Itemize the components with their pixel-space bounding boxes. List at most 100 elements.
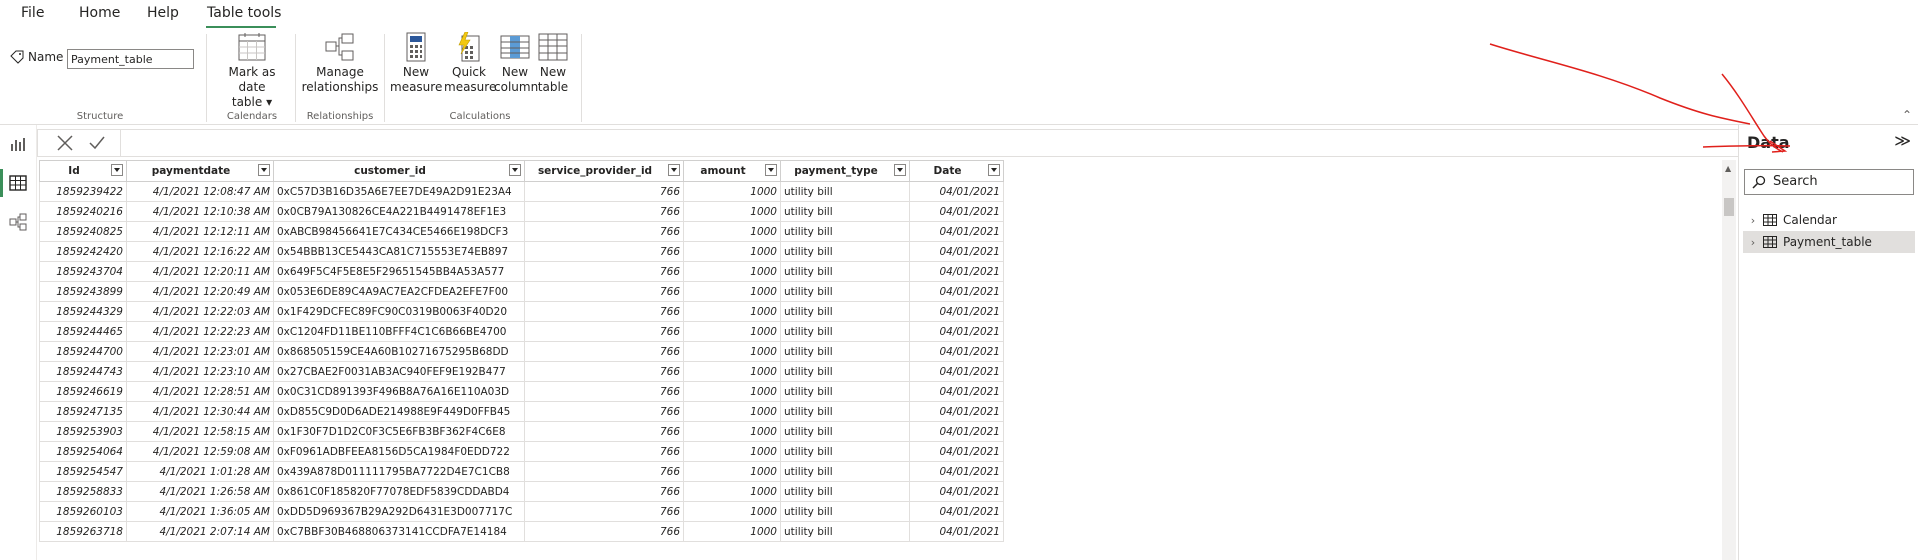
- table-cell[interactable]: 04/01/2021: [909, 361, 1004, 382]
- table-cell[interactable]: 766: [524, 361, 684, 382]
- table-cell[interactable]: 04/01/2021: [909, 401, 1004, 422]
- table-cell[interactable]: 0x27CBAE2F0031AB3AC940FEF9E192B477: [273, 361, 525, 382]
- menu-home[interactable]: Home: [79, 5, 120, 21]
- table-cell[interactable]: 04/01/2021: [909, 301, 1004, 322]
- data-pane-item-payment-table[interactable]: › Payment_table: [1743, 231, 1915, 253]
- table-cell[interactable]: 766: [524, 261, 684, 282]
- table-cell[interactable]: 0xC7BBF30B468806373141CCDFA7E14184: [273, 521, 525, 542]
- table-cell[interactable]: 766: [524, 181, 684, 202]
- table-cell[interactable]: 766: [524, 401, 684, 422]
- cancel-formula-icon[interactable]: [56, 134, 74, 152]
- table-cell[interactable]: utility bill: [780, 281, 910, 302]
- filter-dropdown-icon[interactable]: [894, 164, 906, 176]
- table-cell[interactable]: 04/01/2021: [909, 241, 1004, 262]
- table-cell[interactable]: 766: [524, 301, 684, 322]
- table-cell[interactable]: 0xF0961ADBFEEA8156D5CA1984F0EDD722: [273, 441, 525, 462]
- table-row[interactable]: 1859254547 4/1/2021 1:01:28 AM 0x439A878D0…: [39, 461, 1004, 482]
- column-header[interactable]: amount: [683, 160, 781, 182]
- column-header[interactable]: Id: [39, 160, 127, 182]
- data-pane-item-calendar[interactable]: › Calendar: [1743, 209, 1915, 231]
- table-cell[interactable]: 1000: [683, 181, 781, 202]
- table-cell[interactable]: 0x439A878D011111795BA7722D4E7C1CB8: [273, 461, 525, 482]
- table-row[interactable]: 1859242420 4/1/2021 12:16:22 AM 0x54BBB13C…: [39, 241, 1004, 262]
- table-cell[interactable]: utility bill: [780, 301, 910, 322]
- table-name-input[interactable]: Payment_table: [67, 49, 194, 69]
- table-row[interactable]: 1859244743 4/1/2021 12:23:10 AM 0x27CBAE2F…: [39, 361, 1004, 382]
- table-cell[interactable]: 0x649F5C4F5E8E5F29651545BB4A53A577: [273, 261, 525, 282]
- table-cell[interactable]: 4/1/2021 12:20:11 AM: [126, 261, 274, 282]
- table-cell[interactable]: utility bill: [780, 361, 910, 382]
- filter-dropdown-icon[interactable]: [765, 164, 777, 176]
- table-cell[interactable]: 1000: [683, 261, 781, 282]
- data-search-input[interactable]: Search: [1744, 169, 1914, 195]
- table-cell[interactable]: 1859244465: [39, 321, 127, 342]
- new-measure-button[interactable]: New measure: [390, 32, 442, 95]
- table-row[interactable]: 1859240216 4/1/2021 12:10:38 AM 0x0CB79A13…: [39, 201, 1004, 222]
- table-cell[interactable]: 1000: [683, 461, 781, 482]
- table-cell[interactable]: 1859263718: [39, 521, 127, 542]
- table-row[interactable]: 1859254064 4/1/2021 12:59:08 AM 0xF0961ADB…: [39, 441, 1004, 462]
- table-cell[interactable]: 1859242420: [39, 241, 127, 262]
- table-cell[interactable]: utility bill: [780, 441, 910, 462]
- filter-dropdown-icon[interactable]: [258, 164, 270, 176]
- mark-as-date-table-button[interactable]: Mark as date table ▾: [214, 32, 290, 110]
- table-row[interactable]: 1859243899 4/1/2021 12:20:49 AM 0x053E6DE8…: [39, 281, 1004, 302]
- collapse-ribbon-icon[interactable]: ⌃: [1902, 108, 1912, 122]
- column-header[interactable]: Date: [909, 160, 1004, 182]
- table-row[interactable]: 1859253903 4/1/2021 12:58:15 AM 0x1F30F7D1…: [39, 421, 1004, 442]
- table-cell[interactable]: 1000: [683, 201, 781, 222]
- table-cell[interactable]: 1859247135: [39, 401, 127, 422]
- table-cell[interactable]: 1859244700: [39, 341, 127, 362]
- table-row[interactable]: 1859246619 4/1/2021 12:28:51 AM 0x0C31CD89…: [39, 381, 1004, 402]
- menu-table-tools[interactable]: Table tools: [207, 5, 281, 21]
- table-cell[interactable]: 0xC57D3B16D35A6E7EE7DE49A2D91E23A4: [273, 181, 525, 202]
- table-cell[interactable]: 1859243704: [39, 261, 127, 282]
- table-cell[interactable]: 766: [524, 341, 684, 362]
- table-cell[interactable]: 1859240825: [39, 221, 127, 242]
- table-cell[interactable]: 0x861C0F185820F77078EDF5839CDDABD4: [273, 481, 525, 502]
- chevron-right-icon[interactable]: ›: [1747, 236, 1759, 249]
- table-cell[interactable]: 4/1/2021 12:12:11 AM: [126, 221, 274, 242]
- table-cell[interactable]: 04/01/2021: [909, 201, 1004, 222]
- table-row[interactable]: 1859243704 4/1/2021 12:20:11 AM 0x649F5C4F…: [39, 261, 1004, 282]
- table-row[interactable]: 1859263718 4/1/2021 2:07:14 AM 0xC7BBF30B4…: [39, 521, 1004, 542]
- filter-dropdown-icon[interactable]: [668, 164, 680, 176]
- formula-input[interactable]: [122, 130, 1738, 156]
- table-cell[interactable]: 1000: [683, 341, 781, 362]
- table-cell[interactable]: 1000: [683, 241, 781, 262]
- table-cell[interactable]: 1859254064: [39, 441, 127, 462]
- table-row[interactable]: 1859244700 4/1/2021 12:23:01 AM 0x86850515…: [39, 341, 1004, 362]
- chevron-right-icon[interactable]: ›: [1747, 214, 1759, 227]
- table-cell[interactable]: 1859240216: [39, 201, 127, 222]
- table-cell[interactable]: utility bill: [780, 521, 910, 542]
- table-cell[interactable]: utility bill: [780, 421, 910, 442]
- column-header[interactable]: service_provider_id: [524, 160, 684, 182]
- table-cell[interactable]: 1000: [683, 381, 781, 402]
- table-cell[interactable]: 04/01/2021: [909, 381, 1004, 402]
- table-cell[interactable]: 0x868505159CE4A60B10271675295B68DD: [273, 341, 525, 362]
- table-cell[interactable]: utility bill: [780, 401, 910, 422]
- table-cell[interactable]: 04/01/2021: [909, 341, 1004, 362]
- table-cell[interactable]: 0x0CB79A130826CE4A221B4491478EF1E3: [273, 201, 525, 222]
- table-cell[interactable]: 1000: [683, 221, 781, 242]
- table-cell[interactable]: 766: [524, 381, 684, 402]
- table-cell[interactable]: 4/1/2021 12:10:38 AM: [126, 201, 274, 222]
- table-cell[interactable]: utility bill: [780, 261, 910, 282]
- table-cell[interactable]: 04/01/2021: [909, 181, 1004, 202]
- table-cell[interactable]: 1000: [683, 321, 781, 342]
- table-cell[interactable]: 04/01/2021: [909, 321, 1004, 342]
- table-cell[interactable]: 04/01/2021: [909, 421, 1004, 442]
- table-cell[interactable]: 0x1F30F7D1D2C0F3C5E6FB3BF362F4C6E8: [273, 421, 525, 442]
- table-cell[interactable]: 0x0C31CD891393F496B8A76A16E110A03D: [273, 381, 525, 402]
- table-cell[interactable]: 1859243899: [39, 281, 127, 302]
- column-header[interactable]: customer_id: [273, 160, 525, 182]
- table-cell[interactable]: 4/1/2021 1:26:58 AM: [126, 481, 274, 502]
- collapse-pane-icon[interactable]: ≫: [1894, 131, 1911, 150]
- new-table-button[interactable]: New table: [536, 32, 570, 95]
- table-cell[interactable]: 1000: [683, 361, 781, 382]
- table-cell[interactable]: 1000: [683, 401, 781, 422]
- table-cell[interactable]: 4/1/2021 12:16:22 AM: [126, 241, 274, 262]
- table-cell[interactable]: 04/01/2021: [909, 441, 1004, 462]
- table-cell[interactable]: utility bill: [780, 321, 910, 342]
- table-cell[interactable]: 1000: [683, 421, 781, 442]
